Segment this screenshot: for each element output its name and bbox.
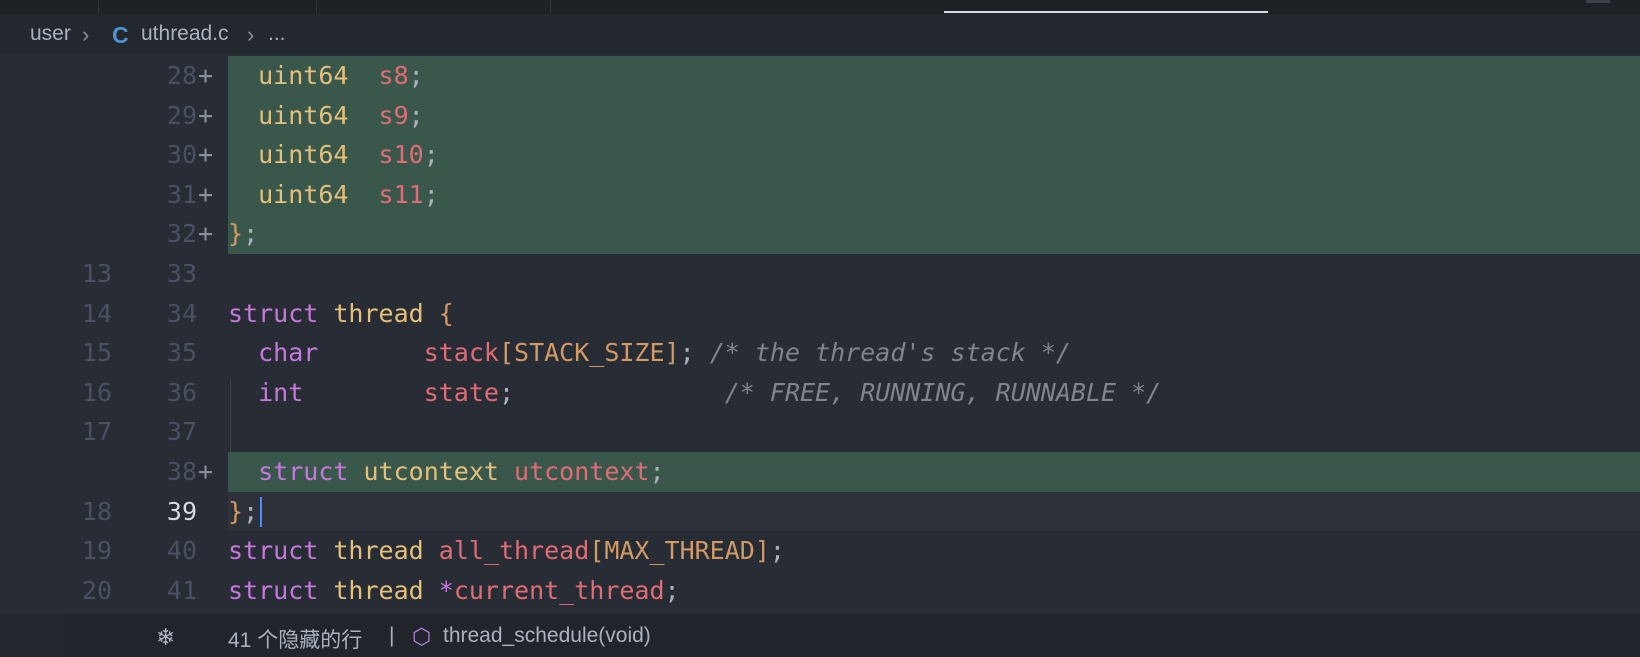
tab-divider xyxy=(98,0,99,13)
code-text[interactable]: int state; /* FREE, RUNNING, RUNNABLE */ xyxy=(228,373,1161,413)
code-line[interactable]: 20 41 struct thread *current_thread; xyxy=(0,571,1640,611)
code-line[interactable]: 31 + uint64 s11; xyxy=(0,174,1640,215)
old-line-number: 16 xyxy=(81,377,112,407)
active-tab-indicator[interactable] xyxy=(944,11,1268,13)
c-file-icon: C xyxy=(112,22,129,48)
added-line-highlight xyxy=(228,95,1640,136)
code-text[interactable]: uint64 s9; xyxy=(228,96,424,136)
code-line[interactable]: 15 35 char stack[STACK_SIZE]; /* the thre… xyxy=(0,333,1640,373)
code-line[interactable]: 29 + uint64 s9; xyxy=(0,95,1640,136)
code-text[interactable]: uint64 s10; xyxy=(228,135,439,175)
breadcrumb: user › C uthread.c › ... xyxy=(0,14,1640,54)
added-line-highlight xyxy=(228,56,1640,96)
code-editor[interactable]: 28 + uint64 s8; 29 + uint64 s9; 30 + uint64 s… xyxy=(0,54,1640,614)
old-line-number: 15 xyxy=(81,338,112,368)
text-cursor xyxy=(260,496,262,527)
hidden-lines-label[interactable]: 41 个隐藏的行 xyxy=(228,624,362,654)
added-line-highlight xyxy=(228,135,1640,175)
new-line-number: 38 xyxy=(166,457,197,486)
code-text[interactable]: }; xyxy=(228,492,258,532)
code-text[interactable]: struct thread all_thread[MAX_THREAD]; xyxy=(228,531,785,571)
new-line-number: 39 xyxy=(166,496,197,526)
new-line-number: 35 xyxy=(166,338,197,368)
diff-added-marker: + xyxy=(198,457,214,486)
diff-added-marker: + xyxy=(198,219,214,249)
code-text[interactable]: char stack[STACK_SIZE]; /* the thread's … xyxy=(228,333,1071,373)
tab-bar xyxy=(0,0,1640,14)
symbol-label[interactable]: thread_schedule(void) xyxy=(443,624,651,648)
diff-added-marker: + xyxy=(198,140,214,170)
code-text[interactable]: }; xyxy=(228,214,258,254)
new-line-number: 29 xyxy=(166,100,197,130)
old-line-number: 19 xyxy=(81,536,112,566)
code-text[interactable]: struct thread { xyxy=(228,294,454,334)
code-line[interactable]: 13 33 xyxy=(0,254,1640,294)
old-line-number: 17 xyxy=(81,417,112,447)
code-line[interactable]: 32 +}; xyxy=(0,214,1640,254)
added-line-highlight xyxy=(228,214,1640,254)
added-line-highlight xyxy=(228,174,1640,215)
breadcrumb-more[interactable]: ... xyxy=(268,22,286,46)
new-line-number: 28 xyxy=(166,61,197,90)
new-line-number: 33 xyxy=(166,259,197,288)
code-text[interactable]: uint64 s8; xyxy=(228,56,424,96)
new-line-number: 30 xyxy=(166,140,197,170)
old-line-number: 18 xyxy=(81,496,112,526)
new-line-number: 31 xyxy=(166,179,197,209)
sticky-footer: ❄ 41 个隐藏的行 | ⬡ thread_schedule(void) xyxy=(64,614,1640,657)
diff-added-marker: + xyxy=(198,61,214,90)
footer-separator: | xyxy=(389,624,395,647)
cube-icon: ⬡ xyxy=(412,624,432,649)
tab-bar-action[interactable] xyxy=(1586,0,1610,3)
code-text[interactable]: uint64 s11; xyxy=(228,175,439,215)
code-line[interactable]: 14 34 struct thread { xyxy=(0,294,1640,334)
code-line[interactable]: 18 39}; xyxy=(0,491,1640,532)
code-line[interactable]: 17 37 xyxy=(0,412,1640,452)
code-line[interactable]: 19 40 struct thread all_thread[MAX_THREAD]… xyxy=(0,531,1640,571)
breadcrumb-folder[interactable]: user xyxy=(30,22,71,46)
new-line-number: 34 xyxy=(166,298,197,328)
tab-divider xyxy=(550,0,551,13)
new-line-number: 36 xyxy=(166,377,197,407)
old-line-number: 13 xyxy=(81,259,112,288)
fold-icon[interactable]: ❄ xyxy=(156,624,175,651)
old-line-number: 20 xyxy=(81,575,112,605)
chevron-right-icon: › xyxy=(82,22,90,47)
diff-added-marker: + xyxy=(198,179,214,209)
old-line-number: 14 xyxy=(81,298,112,328)
chevron-right-icon: › xyxy=(247,22,255,47)
current-line-highlight xyxy=(228,491,1640,532)
code-line[interactable]: 28 + uint64 s8; xyxy=(0,56,1640,96)
new-line-number: 32 xyxy=(166,219,197,249)
code-text[interactable]: struct utcontext utcontext; xyxy=(228,452,664,492)
code-line[interactable]: 16 36 int state; /* FREE, RUNNING, RUNNAB… xyxy=(0,373,1640,413)
breadcrumb-file[interactable]: uthread.c xyxy=(141,22,229,46)
new-line-number: 41 xyxy=(166,575,197,605)
new-line-number: 37 xyxy=(166,417,197,447)
code-line[interactable]: 38 + struct utcontext utcontext; xyxy=(0,452,1640,492)
tab-divider xyxy=(316,0,317,13)
code-text[interactable]: struct thread *current_thread; xyxy=(228,571,680,611)
new-line-number: 40 xyxy=(166,536,197,566)
diff-added-marker: + xyxy=(198,100,214,130)
code-line[interactable]: 30 + uint64 s10; xyxy=(0,135,1640,175)
